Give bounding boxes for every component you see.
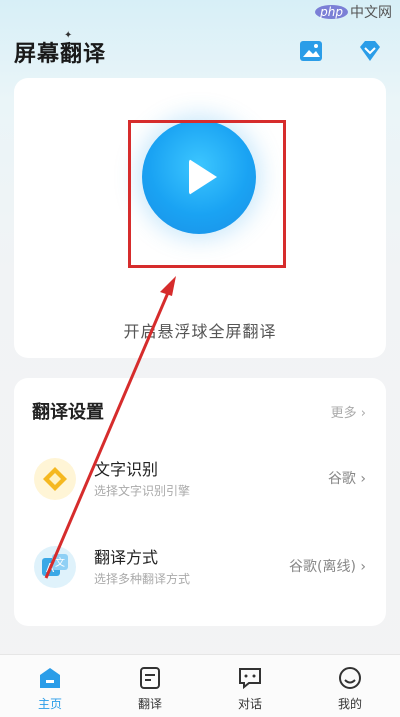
setting-row-value[interactable]: 谷歌 › [328, 468, 366, 488]
setting-row-text-recognition[interactable]: 文字识别 选择文字识别引擎 谷歌 › [14, 450, 386, 510]
setting-row-subtitle: 选择文字识别引擎 [94, 484, 191, 498]
top-bar: 屏幕翻译 ✦ [0, 28, 400, 72]
setting-row-value[interactable]: 谷歌(离线) › [289, 556, 366, 576]
image-icon[interactable] [298, 38, 324, 64]
translation-settings-card: 翻译设置 更多 › 文字识别 选择文字识别引擎 谷歌 › A 文 翻译方式 选择… [14, 378, 386, 626]
svg-text:文: 文 [55, 556, 65, 569]
watermark-badge: php [315, 5, 348, 19]
nav-label: 对话 [237, 697, 262, 711]
setting-row-title: 翻译方式 [94, 548, 159, 567]
nav-chat[interactable]: 对话 [200, 655, 300, 717]
setting-row-title: 文字识别 [94, 460, 159, 479]
sparkle-icon: ✦ [64, 30, 73, 41]
watermark: php 中文网 [315, 2, 392, 22]
document-icon [140, 667, 160, 689]
nav-translate[interactable]: 翻译 [100, 655, 200, 717]
floating-ball-card: 开启悬浮球全屏翻译 [14, 78, 386, 358]
bottom-navigation: 主页 翻译 对话 我的 [0, 654, 400, 717]
highlight-box [128, 120, 286, 268]
watermark-text: 中文网 [350, 5, 392, 21]
more-link[interactable]: 更多 › [331, 402, 366, 421]
settings-title: 翻译设置 [32, 402, 104, 423]
nav-home[interactable]: 主页 [0, 655, 100, 717]
start-floating-ball-label[interactable]: 开启悬浮球全屏翻译 [14, 318, 386, 342]
nav-profile[interactable]: 我的 [300, 655, 400, 717]
setting-row-subtitle: 选择多种翻译方式 [94, 572, 191, 586]
text-recognition-icon [34, 458, 76, 500]
nav-label: 主页 [37, 697, 62, 711]
app-title: 屏幕翻译 [14, 42, 107, 67]
nav-label: 翻译 [137, 697, 162, 711]
nav-label: 我的 [337, 697, 362, 711]
diamond-icon[interactable] [356, 38, 384, 64]
home-icon [40, 668, 60, 688]
profile-icon [339, 667, 361, 689]
setting-row-translation-method[interactable]: A 文 翻译方式 选择多种翻译方式 谷歌(离线) › [14, 538, 386, 598]
chat-icon [239, 668, 261, 690]
translate-icon: A 文 [34, 546, 76, 588]
